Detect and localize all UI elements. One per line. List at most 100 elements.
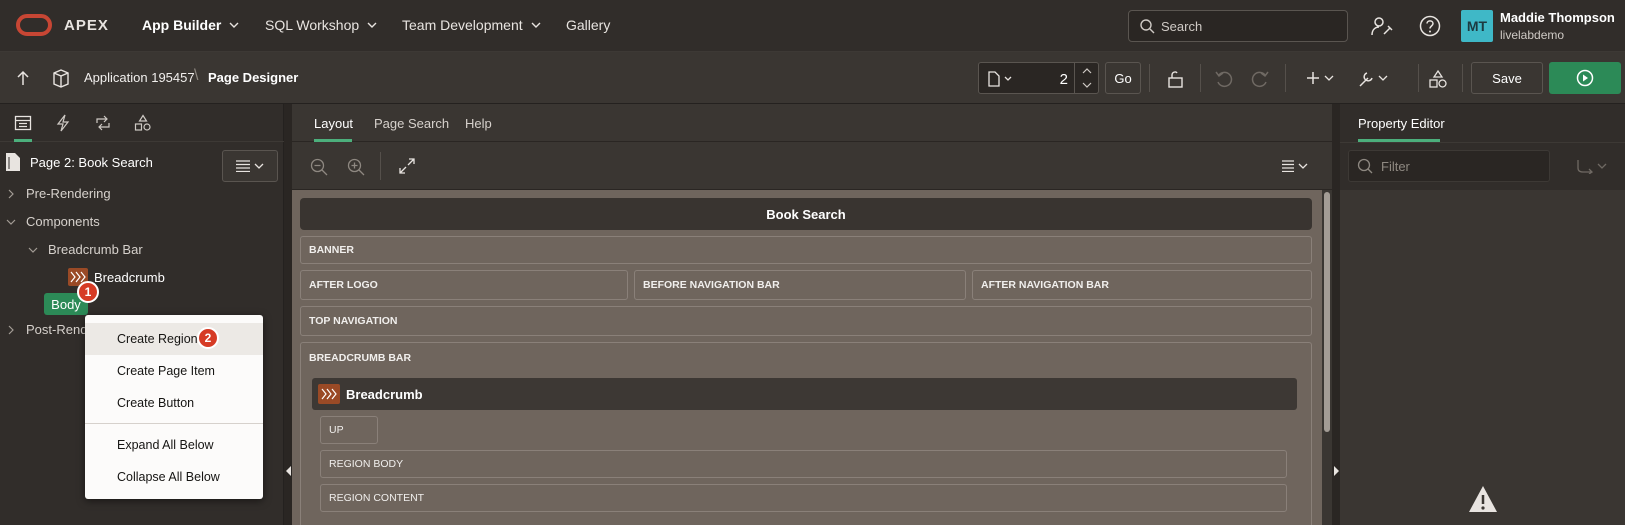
page-icon [6,153,20,171]
property-filter-input[interactable]: Filter [1348,150,1550,182]
tree-page-node[interactable]: Page 2: Book Search [4,152,153,172]
redo-icon[interactable] [1250,69,1270,89]
global-search-input[interactable]: Search [1128,10,1348,42]
slot-region-content[interactable]: REGION CONTENT [320,484,1287,512]
utilities-menu-icon[interactable] [1357,69,1391,89]
tree-node-components[interactable]: Components [6,214,100,229]
canvas-scrollbar[interactable] [1322,190,1332,525]
application-icon[interactable] [52,68,70,88]
chevron-down-icon [254,163,264,169]
slot-before-navigation-bar[interactable]: BEFORE NAVIGATION BAR [634,270,966,300]
shared-components-icon[interactable] [1428,69,1448,89]
menu-item-label: Create Region [117,332,198,346]
collapse-right-arrow-icon[interactable] [1334,466,1339,476]
nav-gallery-label: Gallery [566,17,611,33]
processing-tab-icon[interactable] [94,114,112,132]
chevron-down-icon[interactable] [28,245,38,255]
run-button[interactable] [1549,62,1621,94]
tab-help[interactable]: Help [465,116,492,131]
go-button[interactable]: Go [1105,62,1141,94]
slot-up[interactable]: UP [320,416,378,444]
breadcrumb-region-icon [318,384,340,404]
menu-item-label: Expand All Below [117,438,214,452]
search-icon [1140,19,1155,34]
page-number-input[interactable]: 2 [1060,71,1068,88]
tree-node-post-rendering[interactable]: Post-Rend [6,322,87,337]
filter-placeholder: Filter [1381,158,1410,174]
chevron-right-icon[interactable] [6,189,16,199]
menu-item-expand-all-below[interactable]: Expand All Below [85,429,263,461]
canvas-page-title[interactable]: Book Search [300,198,1312,230]
menu-divider [85,423,263,424]
layout-canvas[interactable]: Book Search BANNER AFTER LOGO BEFORE NAV… [292,190,1322,525]
slot-after-navigation-bar[interactable]: AFTER NAVIGATION BAR [972,270,1312,300]
page-icon [988,71,1012,87]
slot-top-navigation[interactable]: TOP NAVIGATION [300,306,1312,336]
save-button[interactable]: Save [1471,62,1543,94]
breadcrumb-application[interactable]: Application 195457 [84,70,195,85]
tree-node-breadcrumb-bar[interactable]: Breadcrumb Bar [28,242,143,257]
hamburger-icon [236,160,250,172]
chevron-down-icon[interactable] [6,217,16,227]
tab-layout[interactable]: Layout [314,116,353,131]
dynamic-actions-tab-icon[interactable] [54,114,72,132]
tree-node-label: Breadcrumb [94,269,165,285]
slot-banner[interactable]: BANNER [300,236,1312,264]
left-pane-tabs [0,104,284,142]
menu-item-collapse-all-below[interactable]: Collapse All Below [85,461,263,493]
oracle-logo[interactable] [16,14,52,36]
undo-icon[interactable] [1214,69,1234,89]
nav-app-builder[interactable]: App Builder [142,17,239,33]
callout-badge-2: 2 [197,327,219,349]
tree-node-pre-rendering[interactable]: Pre-Rendering [6,186,111,201]
breadcrumb-region-label: Breadcrumb [346,386,423,402]
rendering-tab-icon[interactable] [14,114,32,132]
expand-icon[interactable] [399,158,415,174]
apex-brand[interactable]: APEX [64,17,109,34]
tab-page-search[interactable]: Page Search [374,116,449,131]
layout-menu-icon[interactable] [1282,160,1310,172]
slot-breadcrumb-bar-label: BREADCRUMB BAR [309,352,412,364]
help-icon[interactable] [1418,14,1442,38]
slot-region-body[interactable]: REGION BODY [320,450,1287,478]
lock-page-icon[interactable] [1165,69,1185,89]
nav-sql-workshop[interactable]: SQL Workshop [265,17,377,33]
center-tabs: Layout Page Search Help [292,104,1332,142]
page-shared-components-tab-icon[interactable] [134,114,152,132]
administration-icon[interactable] [1370,14,1394,38]
menu-item-create-page-item[interactable]: Create Page Item [85,355,263,387]
chevron-right-icon[interactable] [6,325,16,335]
active-tab-indicator [14,139,32,142]
breadcrumb-region[interactable]: Breadcrumb [312,378,1297,410]
menu-item-create-button[interactable]: Create Button [85,387,263,419]
tab-property-editor[interactable]: Property Editor [1358,116,1445,131]
right-pane: Property Editor Filter [1340,104,1625,525]
slot-after-logo[interactable]: AFTER LOGO [300,270,628,300]
user-avatar[interactable]: MT [1461,10,1493,42]
collapse-left-arrow-icon[interactable] [286,466,291,476]
page-number-spinner[interactable] [1074,63,1098,93]
page-number-selector[interactable]: 2 [978,62,1099,94]
search-icon [1357,158,1373,174]
nav-sql-workshop-label: SQL Workshop [265,17,360,33]
create-menu-icon[interactable] [1305,69,1337,89]
user-name[interactable]: Maddie Thompson [1500,10,1615,25]
chevron-down-icon[interactable] [1075,78,1099,93]
tree-menu-button[interactable] [222,150,278,182]
scrollbar-thumb[interactable] [1324,192,1330,432]
left-splitter[interactable] [284,104,292,525]
chevron-up-icon[interactable] [1075,63,1099,78]
nav-team-development[interactable]: Team Development [402,17,541,33]
nav-gallery[interactable]: Gallery [566,17,610,33]
go-to-group-icon[interactable] [1576,158,1610,174]
menu-item-create-region[interactable]: Create Region [85,323,263,355]
arrow-up-icon[interactable] [16,70,30,86]
user-workspace: livelabdemo [1500,28,1565,42]
right-splitter[interactable] [1332,104,1340,525]
tree-node-label: Pre-Rendering [26,186,111,201]
nav-app-builder-label: App Builder [142,17,222,33]
search-placeholder: Search [1161,18,1203,34]
zoom-out-icon[interactable] [310,158,328,176]
breadcrumb-separator: \ [194,67,199,84]
zoom-in-icon[interactable] [347,158,365,176]
